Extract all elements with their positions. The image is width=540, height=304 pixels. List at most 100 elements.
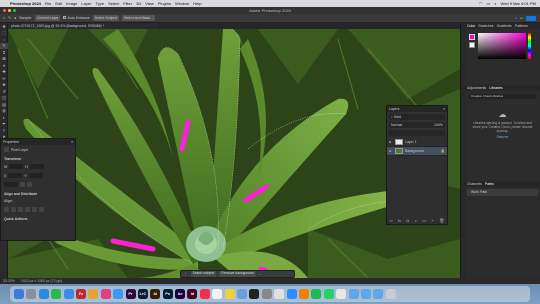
chrome-icon[interactable] bbox=[274, 289, 285, 299]
safari-icon[interactable] bbox=[38, 289, 49, 299]
menu-filter[interactable]: Filter bbox=[123, 0, 132, 7]
more-options-icon[interactable]: … bbox=[259, 272, 263, 276]
tab-patterns[interactable]: Patterns bbox=[515, 23, 528, 29]
quick-selection-icon[interactable]: ✎ bbox=[8, 16, 11, 20]
blend-mode-select[interactable]: Normal bbox=[391, 122, 402, 128]
color-picker-field[interactable] bbox=[478, 33, 526, 59]
share-button[interactable] bbox=[526, 15, 536, 21]
work-path-row[interactable]: Work Path bbox=[467, 189, 538, 196]
eye-icon[interactable]: ● bbox=[389, 149, 393, 153]
workspace-icon[interactable]: ▭ bbox=[520, 16, 523, 21]
home-icon[interactable]: ⌂ bbox=[3, 16, 5, 20]
auto-enhance-checkbox[interactable] bbox=[63, 16, 67, 19]
music-icon[interactable] bbox=[199, 289, 210, 299]
y-field[interactable] bbox=[28, 173, 43, 178]
tab-gradients[interactable]: Gradients bbox=[497, 23, 512, 29]
resume-sync-link[interactable]: Resume bbox=[465, 135, 540, 139]
x-field[interactable] bbox=[8, 173, 23, 178]
whatsapp-icon[interactable] bbox=[323, 289, 334, 299]
align-right-icon[interactable] bbox=[18, 207, 23, 212]
after-effects-icon[interactable]: Ae bbox=[175, 289, 186, 299]
select-subject-button[interactable]: Select Subject bbox=[92, 15, 119, 21]
layer-row[interactable]: ● Background 🔒 bbox=[387, 147, 447, 156]
premiere-icon[interactable]: Pr bbox=[125, 289, 136, 299]
menu-edit[interactable]: Edit bbox=[55, 0, 62, 7]
tab-swatches[interactable]: Swatches bbox=[478, 23, 493, 29]
tab-libraries[interactable]: Libraries bbox=[489, 85, 502, 91]
library-dropdown[interactable]: Creative Cloud Libraries bbox=[469, 94, 536, 99]
mail-icon[interactable] bbox=[63, 289, 74, 299]
align-left-icon[interactable] bbox=[4, 207, 9, 212]
messages-icon[interactable] bbox=[51, 289, 62, 299]
minimize-window-button[interactable] bbox=[8, 9, 11, 12]
link-icon[interactable]: ∞ bbox=[390, 218, 393, 223]
quick-actions-section[interactable]: Quick Actions bbox=[1, 214, 75, 222]
foreground-color-chip[interactable] bbox=[469, 34, 475, 40]
background-color-chip[interactable] bbox=[469, 42, 475, 48]
app-store-icon[interactable] bbox=[113, 289, 124, 299]
tab-paths[interactable]: Paths bbox=[485, 181, 494, 187]
align-middle-icon[interactable] bbox=[32, 207, 37, 212]
menu-file[interactable]: File bbox=[45, 0, 51, 7]
fx-icon[interactable]: fx bbox=[398, 218, 401, 223]
tab-channels[interactable]: Channels bbox=[467, 181, 482, 187]
search-icon[interactable]: ⌕ bbox=[515, 16, 517, 21]
menu-help[interactable]: Help bbox=[193, 0, 201, 7]
tab-adjustments[interactable]: Adjustments bbox=[467, 85, 486, 91]
select-and-mask-button[interactable]: Select and Mask... bbox=[122, 15, 155, 21]
select-subject-task-button[interactable]: Select subject bbox=[190, 271, 217, 277]
brush-size-icon[interactable]: ● bbox=[14, 16, 16, 20]
layer-row[interactable]: ● Layer 1 bbox=[387, 138, 447, 147]
adjustment-icon[interactable]: ◑ bbox=[414, 218, 416, 223]
auto-enhance-option[interactable]: Auto-Enhance bbox=[63, 16, 90, 20]
hue-slider[interactable] bbox=[528, 33, 531, 59]
mask-icon[interactable]: ◘ bbox=[407, 218, 409, 223]
wifi-icon[interactable]: ◠ bbox=[479, 0, 483, 7]
folder-icon[interactable] bbox=[360, 289, 371, 299]
remove-background-button[interactable]: Remove background bbox=[219, 271, 256, 277]
spotify-icon[interactable] bbox=[311, 289, 322, 299]
close-window-button[interactable] bbox=[3, 9, 6, 12]
battery-icon[interactable]: ▭ bbox=[486, 0, 490, 7]
menu-plugins[interactable]: Plugins bbox=[158, 0, 171, 7]
menu-view[interactable]: View bbox=[145, 0, 154, 7]
photos-icon[interactable] bbox=[88, 289, 99, 299]
vlc-icon[interactable] bbox=[298, 289, 309, 299]
photoshop-icon[interactable]: Ps bbox=[162, 289, 173, 299]
panel-menu-icon[interactable]: ≡ bbox=[71, 139, 75, 145]
tab-color[interactable]: Color bbox=[467, 23, 475, 29]
notes-icon[interactable] bbox=[224, 289, 235, 299]
illustrator-icon[interactable]: Ai bbox=[150, 289, 161, 299]
transform-section[interactable]: Transform bbox=[1, 154, 75, 162]
indesign-icon[interactable]: Id bbox=[187, 289, 198, 299]
opacity-field[interactable]: 100% bbox=[434, 122, 443, 128]
system-settings-icon[interactable] bbox=[261, 289, 272, 299]
flip-vertical-icon[interactable] bbox=[27, 182, 32, 187]
menu-type[interactable]: Type bbox=[95, 0, 104, 7]
terminal-icon[interactable] bbox=[249, 289, 260, 299]
calendar-icon[interactable] bbox=[212, 289, 223, 299]
menu-layer[interactable]: Layer bbox=[81, 0, 91, 7]
trash-icon[interactable]: 🗑 bbox=[439, 218, 444, 223]
downloads-icon[interactable] bbox=[373, 289, 384, 299]
align-center-icon[interactable] bbox=[11, 207, 16, 212]
app-menu[interactable]: Photoshop 2024 bbox=[10, 0, 41, 7]
align-section[interactable]: Align and Distribute bbox=[1, 189, 75, 197]
filezilla-icon[interactable]: Fz bbox=[75, 289, 86, 299]
lightroom-classic-icon[interactable]: LrC bbox=[137, 289, 148, 299]
textedit-icon[interactable] bbox=[336, 289, 347, 299]
launchpad-icon[interactable] bbox=[26, 289, 37, 299]
menu-image[interactable]: Image bbox=[66, 0, 77, 7]
menubar-clock[interactable]: Wed 9 Mar 5:01 PM bbox=[501, 0, 537, 7]
finder-icon[interactable] bbox=[14, 289, 24, 299]
flip-horizontal-icon[interactable] bbox=[20, 182, 25, 187]
trash-icon[interactable] bbox=[385, 289, 396, 299]
menu-select[interactable]: Select bbox=[108, 0, 119, 7]
zoom-icon[interactable] bbox=[286, 289, 297, 299]
panel-menu-icon[interactable]: ≡ bbox=[443, 106, 447, 112]
itunes-icon[interactable] bbox=[100, 289, 111, 299]
search-icon[interactable]: ⌕ bbox=[494, 0, 496, 7]
width-field[interactable] bbox=[9, 164, 24, 169]
new-layer-icon[interactable]: + bbox=[431, 218, 433, 223]
height-field[interactable] bbox=[29, 164, 44, 169]
